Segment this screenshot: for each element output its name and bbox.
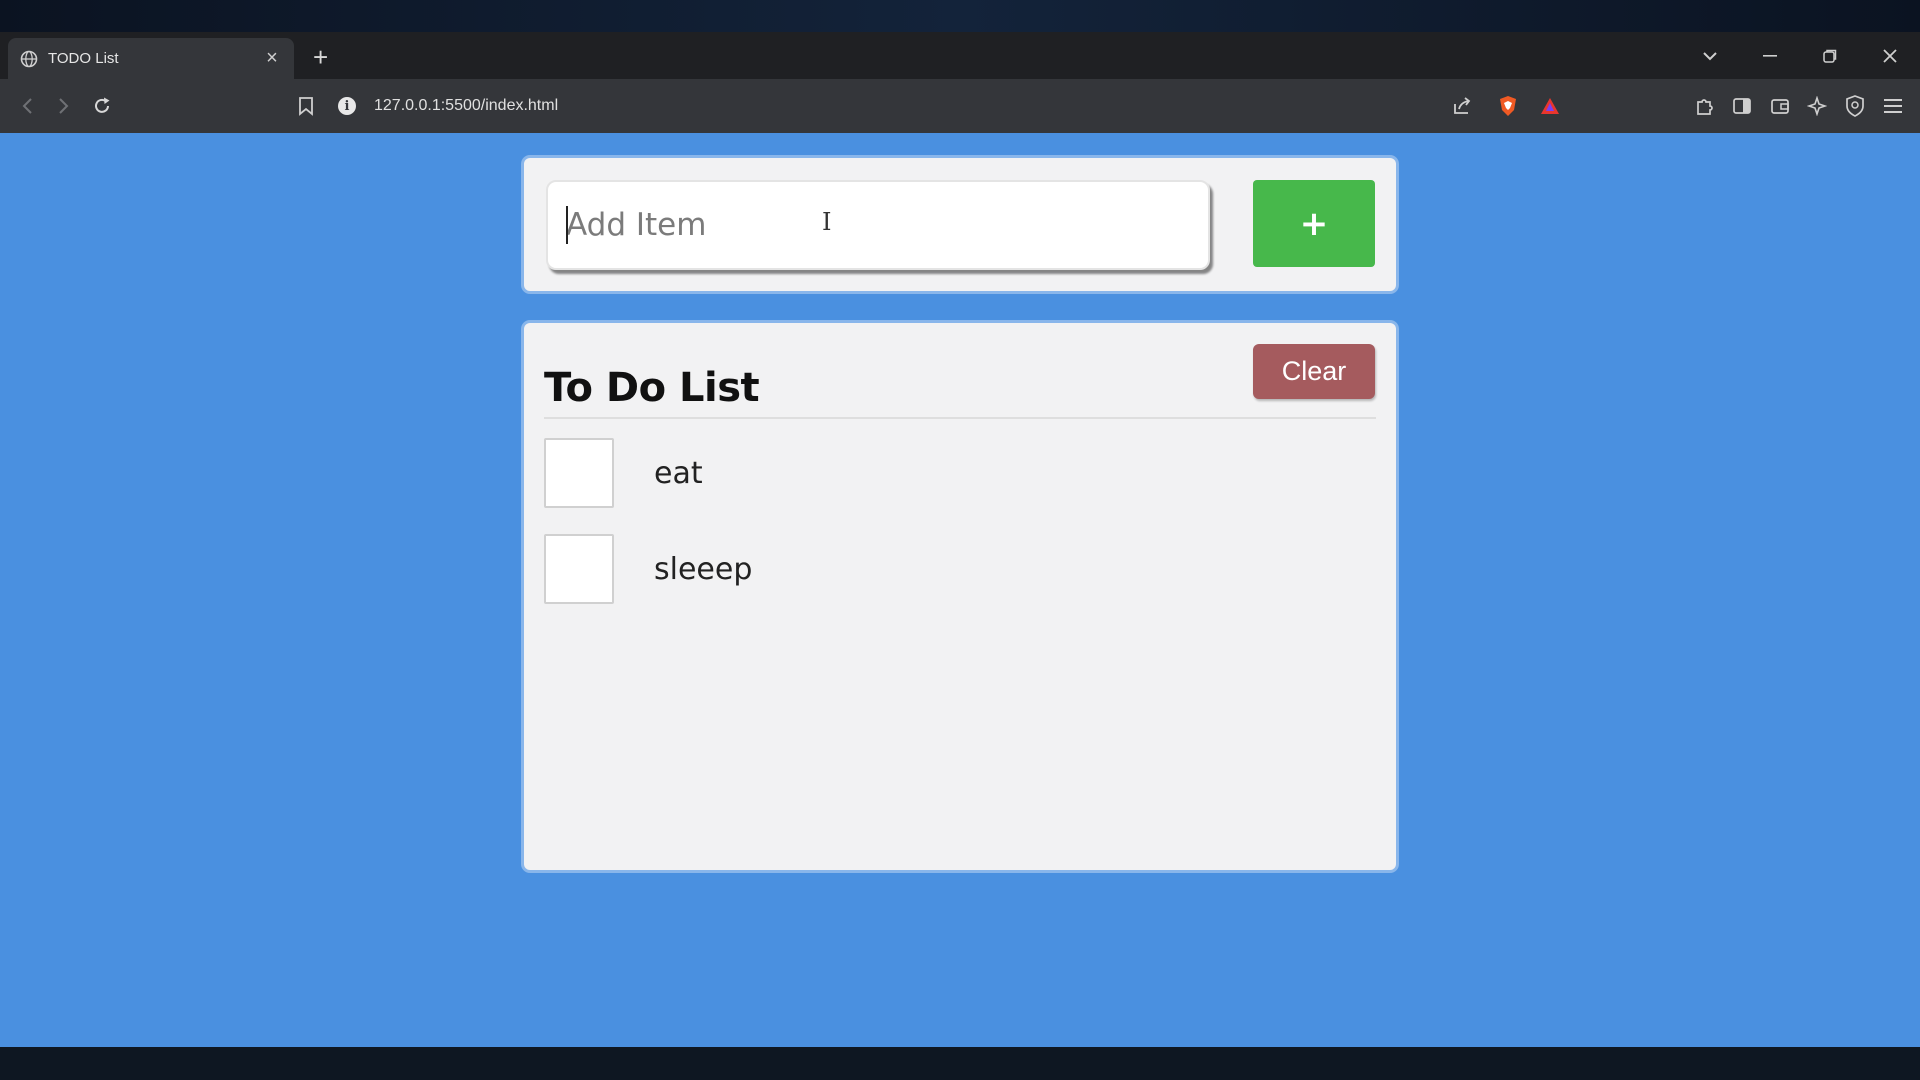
add-item-card: I + bbox=[524, 158, 1396, 291]
sidebar-icon[interactable] bbox=[1731, 95, 1753, 117]
brave-shield-icon[interactable] bbox=[1497, 95, 1519, 117]
wallet-icon[interactable] bbox=[1769, 95, 1791, 117]
list-item: eat bbox=[544, 438, 1344, 508]
text-caret bbox=[566, 206, 568, 244]
address-bar[interactable]: i 127.0.0.1:5500/index.html bbox=[338, 87, 1578, 125]
forward-icon[interactable] bbox=[53, 95, 75, 117]
list-title: To Do List bbox=[544, 365, 760, 411]
add-item-input[interactable] bbox=[546, 180, 1210, 270]
leo-icon[interactable] bbox=[1806, 95, 1828, 117]
back-icon[interactable] bbox=[16, 95, 38, 117]
browser-tab-bar: TODO List × + bbox=[0, 32, 1920, 79]
tab-list-icon[interactable] bbox=[1700, 46, 1720, 66]
vpn-icon[interactable] bbox=[1844, 95, 1866, 117]
bookmark-icon[interactable] bbox=[295, 95, 317, 117]
reload-icon[interactable] bbox=[91, 95, 113, 117]
list-item: sleeep bbox=[544, 534, 1344, 604]
tab-title: TODO List bbox=[48, 50, 119, 67]
window-controls bbox=[1700, 46, 1900, 66]
menu-icon[interactable] bbox=[1882, 95, 1904, 117]
globe-icon bbox=[20, 50, 38, 68]
text-cursor-icon: I bbox=[822, 208, 832, 236]
item-label: eat bbox=[654, 455, 703, 491]
minimize-icon[interactable] bbox=[1760, 46, 1780, 66]
restore-icon[interactable] bbox=[1820, 46, 1840, 66]
site-info-icon[interactable]: i bbox=[338, 97, 356, 115]
item-label: sleeep bbox=[654, 551, 753, 587]
tab-close-icon[interactable]: × bbox=[262, 47, 282, 70]
desktop-bottom-strip bbox=[0, 1047, 1920, 1080]
extensions-icon[interactable] bbox=[1693, 95, 1715, 117]
page-viewport: I + To Do List Clear eat sleeep bbox=[0, 133, 1920, 1047]
divider bbox=[544, 417, 1376, 419]
share-icon[interactable] bbox=[1451, 95, 1473, 117]
window-close-icon[interactable] bbox=[1880, 46, 1900, 66]
new-tab-icon[interactable]: + bbox=[313, 44, 328, 70]
brave-rewards-icon[interactable] bbox=[1539, 95, 1561, 117]
todo-list-card: To Do List Clear eat sleeep bbox=[524, 323, 1396, 870]
browser-tab[interactable]: TODO List × bbox=[8, 38, 294, 79]
add-item-button[interactable]: + bbox=[1253, 180, 1375, 267]
url-text: 127.0.0.1:5500/index.html bbox=[374, 97, 559, 114]
item-checkbox[interactable] bbox=[544, 438, 614, 508]
item-checkbox[interactable] bbox=[544, 534, 614, 604]
clear-button[interactable]: Clear bbox=[1253, 344, 1375, 399]
desktop-top-strip bbox=[0, 0, 1920, 32]
browser-toolbar: i 127.0.0.1:5500/index.html bbox=[0, 79, 1920, 133]
